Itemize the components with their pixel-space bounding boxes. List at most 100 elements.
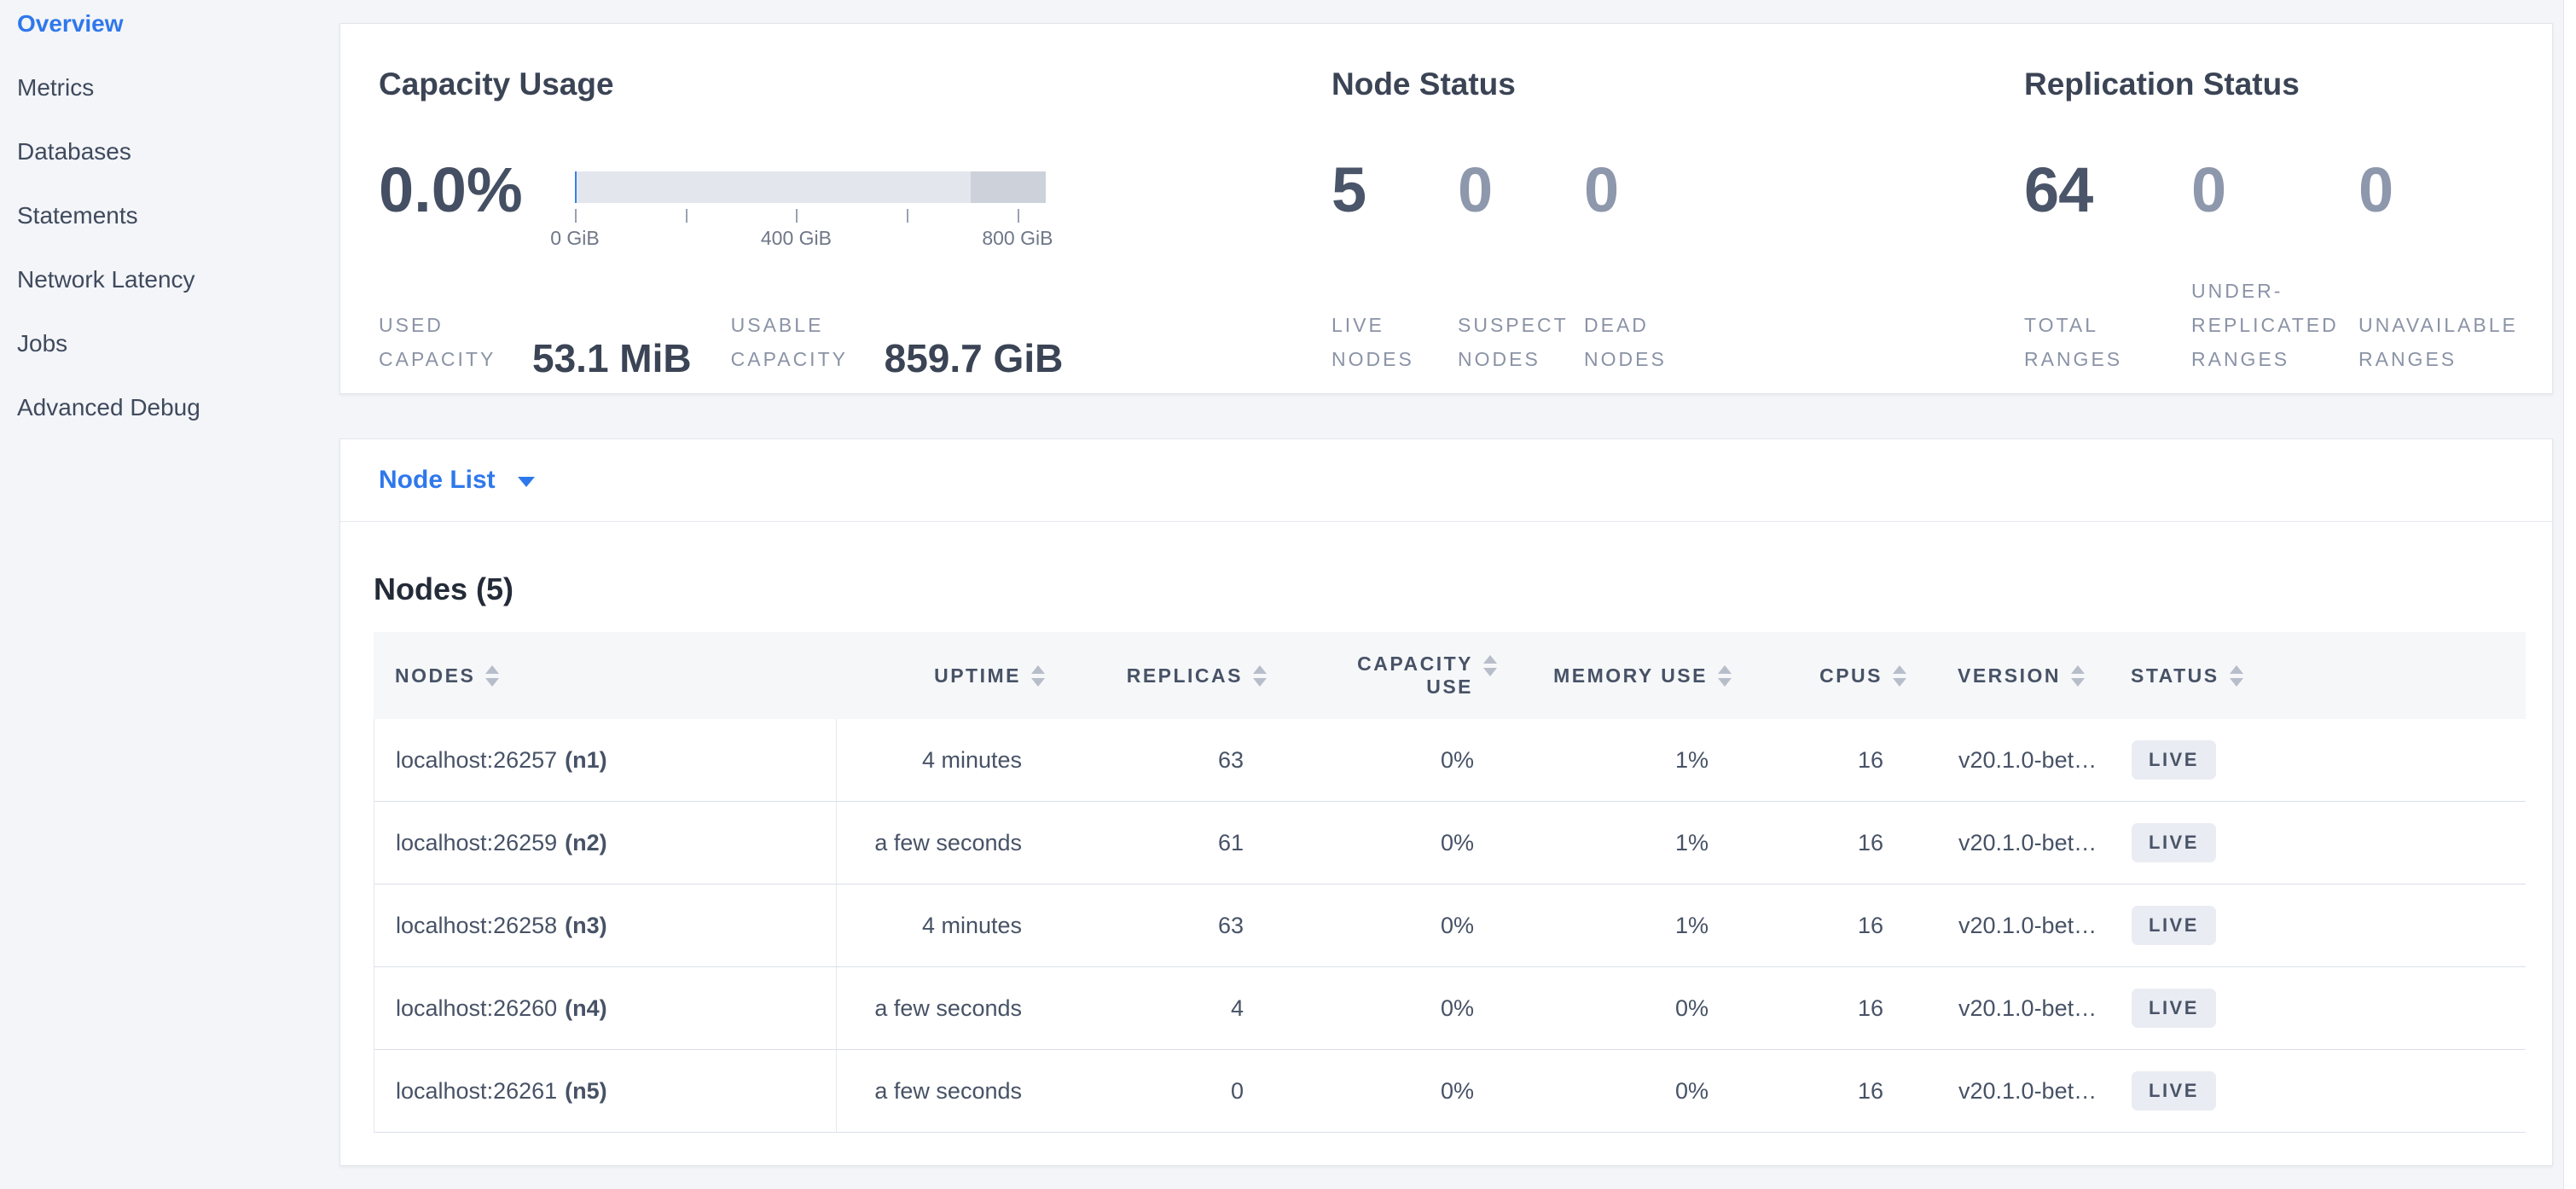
version-cell: v20.1.0-bet… [1912, 747, 2117, 774]
memory-use-cell: 1% [1503, 747, 1738, 774]
column-header-cpus[interactable]: CPUS [1737, 664, 1912, 687]
unavailable-ranges-value: 0 [2358, 159, 2526, 222]
sidebar-item-jobs[interactable]: Jobs [0, 311, 334, 375]
replicas-cell: 0 [1051, 1078, 1273, 1105]
capacity-use-cell: 0% [1273, 1078, 1503, 1105]
column-header-capacity-use[interactable]: CAPACITY USE [1272, 652, 1502, 699]
column-header-memory-use[interactable]: MEMORY USE [1502, 664, 1737, 687]
sidebar: Overview Metrics Databases Statements Ne… [0, 0, 334, 1189]
capacity-axis-labels: 0 GiB 400 GiB 800 GiB [575, 227, 1046, 249]
uptime-cell: 4 minutes [837, 913, 1051, 939]
sort-arrows-icon [2071, 665, 2085, 687]
replication-stats: 64 TOTAL RANGES 0 UNDER-REPLICATED RANGE… [2024, 159, 2526, 376]
memory-use-cell: 0% [1503, 1078, 1738, 1105]
sidebar-item-statements[interactable]: Statements [0, 183, 334, 247]
version-cell: v20.1.0-bet… [1912, 830, 2117, 856]
cpus-cell: 16 [1738, 1078, 1912, 1105]
capacity-gauge-chart: 0 GiB 400 GiB 800 GiB [575, 171, 1046, 249]
dead-nodes-label: DEAD NODES [1584, 308, 1710, 376]
unavailable-ranges-stat: 0 UNAVAILABLE RANGES [2358, 159, 2526, 376]
node-address-cell[interactable]: localhost:26260 (n4) [374, 967, 837, 1049]
cpus-cell: 16 [1738, 913, 1912, 939]
status-badge: LIVE [2132, 823, 2216, 862]
total-ranges-stat: 64 TOTAL RANGES [2024, 159, 2191, 376]
status-cell: LIVE [2117, 989, 2527, 1028]
sidebar-item-metrics[interactable]: Metrics [0, 55, 334, 119]
used-capacity-label: USED CAPACITY [379, 308, 508, 376]
axis-tick [575, 209, 577, 223]
capacity-usage-title: Capacity Usage [379, 67, 614, 102]
node-list-bar: Node List [340, 439, 2552, 522]
memory-use-cell: 1% [1503, 830, 1738, 856]
cluster-summary-card: Capacity Usage 0.0% 0 GiB 400 GiB 8 [339, 23, 2553, 394]
sidebar-item-overview[interactable]: Overview [0, 0, 334, 55]
status-badge: LIVE [2132, 1071, 2216, 1111]
uptime-cell: a few seconds [837, 995, 1051, 1022]
column-header-uptime[interactable]: UPTIME [836, 664, 1050, 687]
status-cell: LIVE [2117, 1071, 2527, 1111]
main-content: Capacity Usage 0.0% 0 GiB 400 GiB 8 [339, 0, 2553, 1189]
column-header-version[interactable]: VERSION [1912, 664, 2116, 687]
node-list-dropdown[interactable]: Node List [379, 466, 535, 495]
usable-capacity-label: USABLE CAPACITY [731, 308, 861, 376]
total-ranges-value: 64 [2024, 159, 2191, 222]
capacity-use-cell: 0% [1273, 913, 1503, 939]
capacity-gauge-used-segment [575, 171, 577, 203]
nodes-table-title: Nodes (5) [374, 569, 2552, 609]
live-nodes-value: 5 [1332, 159, 1458, 222]
uptime-cell: a few seconds [837, 1078, 1051, 1105]
version-cell: v20.1.0-bet… [1912, 1078, 2117, 1105]
total-ranges-label: TOTAL RANGES [2024, 308, 2188, 376]
capacity-gauge-bar [575, 171, 1046, 203]
node-address-cell[interactable]: localhost:26258 (n3) [374, 884, 837, 966]
nodes-table: NODES UPTIME REPLICAS CAPACITY USE MEMOR… [374, 632, 2526, 1133]
node-status-section: Node Status 5 LIVE NODES 0 SUSPECT NODES… [1332, 24, 2014, 393]
capacity-axis-ticks [575, 209, 1046, 223]
capacity-usage-section: Capacity Usage 0.0% 0 GiB 400 GiB 8 [379, 24, 1317, 393]
replication-status-section: Replication Status 64 TOTAL RANGES 0 UND… [2024, 24, 2553, 393]
axis-tick [907, 209, 908, 223]
sidebar-item-databases[interactable]: Databases [0, 119, 334, 183]
sort-arrows-icon [2230, 665, 2243, 687]
sort-arrows-icon [1253, 665, 1267, 687]
sidebar-item-network-latency[interactable]: Network Latency [0, 247, 334, 311]
memory-use-cell: 1% [1503, 913, 1738, 939]
memory-use-cell: 0% [1503, 995, 1738, 1022]
unavailable-ranges-label: UNAVAILABLE RANGES [2358, 308, 2522, 376]
sidebar-item-advanced-debug[interactable]: Advanced Debug [0, 375, 334, 439]
uptime-cell: a few seconds [837, 830, 1051, 856]
capacity-used-percent: 0.0% [379, 159, 523, 222]
axis-label: 0 GiB [550, 227, 600, 250]
capacity-footer: USED CAPACITY 53.1 MiB USABLE CAPACITY 8… [379, 274, 1102, 376]
node-address-cell[interactable]: localhost:26259 (n2) [374, 802, 837, 884]
cpus-cell: 16 [1738, 747, 1912, 774]
table-row: localhost:26261 (n5) a few seconds 0 0% … [374, 1050, 2526, 1133]
node-list-label: Node List [379, 466, 496, 495]
usable-capacity-value: 859.7 GiB [885, 339, 1064, 378]
vertical-scrollbar[interactable] [2563, 0, 2576, 1189]
node-address-cell[interactable]: localhost:26261 (n5) [374, 1050, 837, 1132]
nodes-table-body: localhost:26257 (n1) 4 minutes 63 0% 1% … [374, 719, 2526, 1133]
status-cell: LIVE [2117, 740, 2527, 780]
column-header-nodes[interactable]: NODES [374, 664, 836, 687]
status-cell: LIVE [2117, 823, 2527, 862]
sort-arrows-icon [485, 665, 499, 687]
suspect-nodes-label: SUSPECT NODES [1458, 308, 1584, 376]
axis-tick [1018, 209, 1019, 223]
under-replicated-label: UNDER-REPLICATED RANGES [2191, 274, 2355, 376]
capacity-gauge-reserved-segment [971, 171, 1046, 203]
column-header-replicas[interactable]: REPLICAS [1050, 664, 1272, 687]
uptime-cell: 4 minutes [837, 747, 1051, 774]
nodes-table-header: NODES UPTIME REPLICAS CAPACITY USE MEMOR… [374, 632, 2526, 719]
replication-status-title: Replication Status [2024, 67, 2300, 102]
cpus-cell: 16 [1738, 995, 1912, 1022]
suspect-nodes-value: 0 [1458, 159, 1584, 222]
nodes-card: Node List Nodes (5) NODES UPTIME REPLICA… [339, 438, 2553, 1166]
version-cell: v20.1.0-bet… [1912, 995, 2117, 1022]
dead-nodes-value: 0 [1584, 159, 1710, 222]
column-header-status[interactable]: STATUS [2116, 664, 2526, 687]
under-replicated-value: 0 [2191, 159, 2358, 222]
node-address-cell[interactable]: localhost:26257 (n1) [374, 719, 837, 801]
sort-arrows-icon [1893, 665, 1906, 687]
under-replicated-stat: 0 UNDER-REPLICATED RANGES [2191, 159, 2358, 376]
